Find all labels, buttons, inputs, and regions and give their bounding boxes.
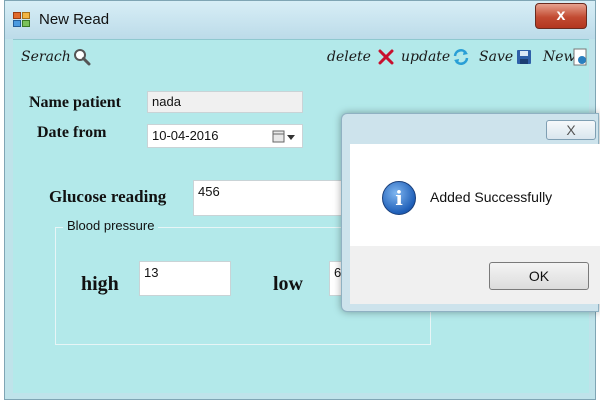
- floppy-disk-icon[interactable]: [515, 48, 533, 66]
- success-message-dialog: X i Added Successfully OK: [341, 113, 600, 312]
- glucose-reading-field[interactable]: 456: [193, 180, 353, 216]
- ok-button[interactable]: OK: [489, 262, 589, 290]
- blood-pressure-group-label: Blood pressure: [63, 218, 159, 233]
- title-bar: New Read x: [5, 1, 595, 39]
- dialog-close-button[interactable]: X: [546, 120, 596, 140]
- search-button-label[interactable]: Serach: [21, 49, 71, 65]
- toolbar: Serach delete update Save New: [13, 40, 589, 76]
- low-label: low: [273, 273, 303, 295]
- window-close-button[interactable]: x: [535, 3, 587, 29]
- high-label: high: [81, 273, 119, 295]
- calendar-dropdown-icon[interactable]: [272, 130, 296, 143]
- name-patient-label: Name patient: [29, 94, 121, 111]
- new-document-icon[interactable]: [573, 48, 587, 66]
- window-title: New Read: [39, 11, 110, 28]
- refresh-icon[interactable]: [452, 48, 470, 66]
- app-icon: [13, 12, 31, 28]
- save-button-label[interactable]: Save: [479, 49, 513, 65]
- name-patient-field[interactable]: nada: [147, 91, 303, 113]
- date-from-picker[interactable]: 10-04-2016: [147, 124, 303, 148]
- delete-icon[interactable]: [377, 48, 395, 66]
- dialog-body: i Added Successfully: [350, 144, 600, 246]
- delete-button-label[interactable]: delete: [327, 49, 371, 65]
- dialog-message: Added Successfully: [430, 189, 553, 205]
- glucose-reading-label: Glucose reading: [49, 187, 167, 206]
- update-button-label[interactable]: update: [401, 49, 450, 65]
- search-icon[interactable]: [73, 48, 91, 66]
- new-button-label[interactable]: New: [543, 49, 576, 65]
- dialog-footer: OK: [350, 246, 600, 304]
- date-from-label: Date from: [37, 124, 107, 141]
- info-icon: i: [382, 181, 416, 215]
- high-pressure-field[interactable]: 13: [139, 261, 231, 296]
- date-from-value: 10-04-2016: [152, 128, 219, 143]
